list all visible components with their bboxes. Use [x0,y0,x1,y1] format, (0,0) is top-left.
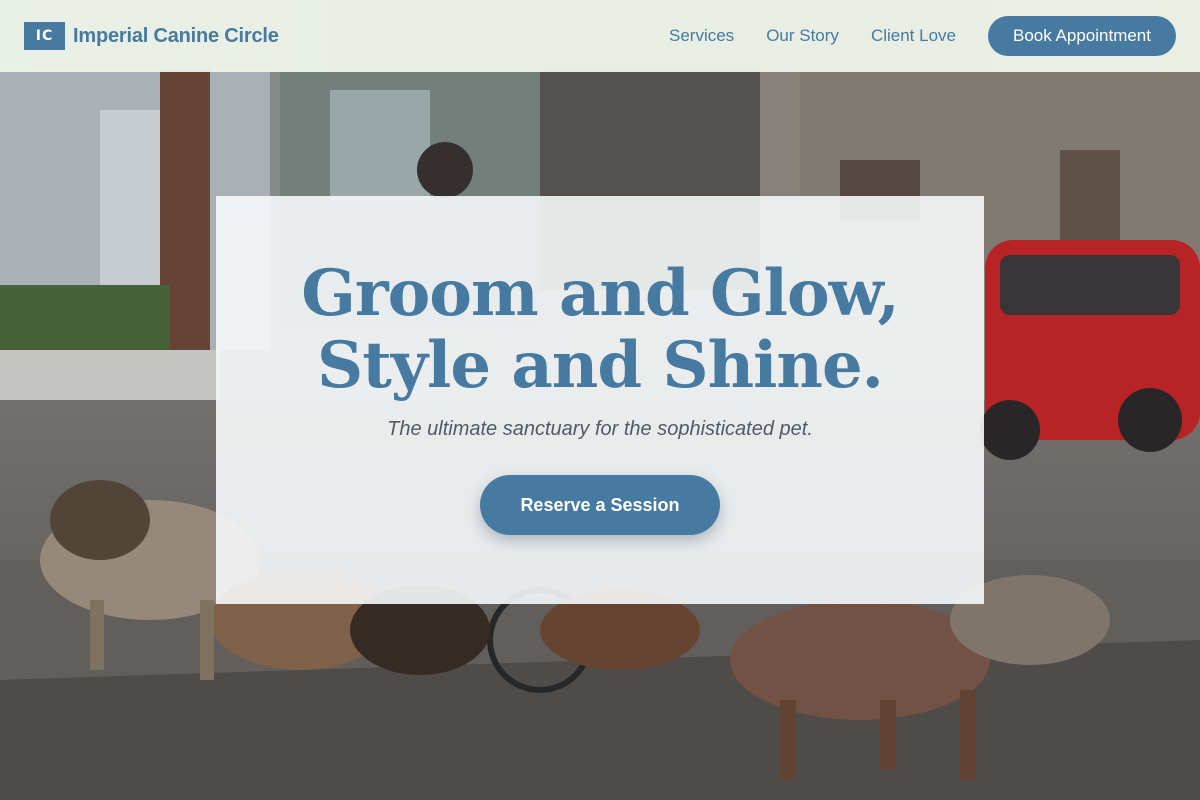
brand-monogram: IC [24,22,65,50]
brand-logo[interactable]: IC Imperial Canine Circle [24,22,279,50]
hero-title-line-2: Style and Shine. [317,328,884,403]
top-navigation: IC Imperial Canine Circle Services Our S… [0,0,1200,72]
reserve-session-button[interactable]: Reserve a Session [480,475,720,535]
hero-title-line-1: Groom and Glow, [301,256,900,331]
hero-card: Groom and Glow, Style and Shine. The ult… [216,196,984,604]
nav-link-client-love[interactable]: Client Love [871,26,956,46]
nav-links: Services Our Story Client Love Book Appo… [669,16,1176,56]
nav-link-services[interactable]: Services [669,26,734,46]
book-appointment-button[interactable]: Book Appointment [988,16,1176,56]
hero-title: Groom and Glow, Style and Shine. [301,256,900,403]
brand-name: Imperial Canine Circle [73,24,279,47]
nav-link-our-story[interactable]: Our Story [766,26,839,46]
hero-subtitle: The ultimate sanctuary for the sophistic… [387,418,813,440]
